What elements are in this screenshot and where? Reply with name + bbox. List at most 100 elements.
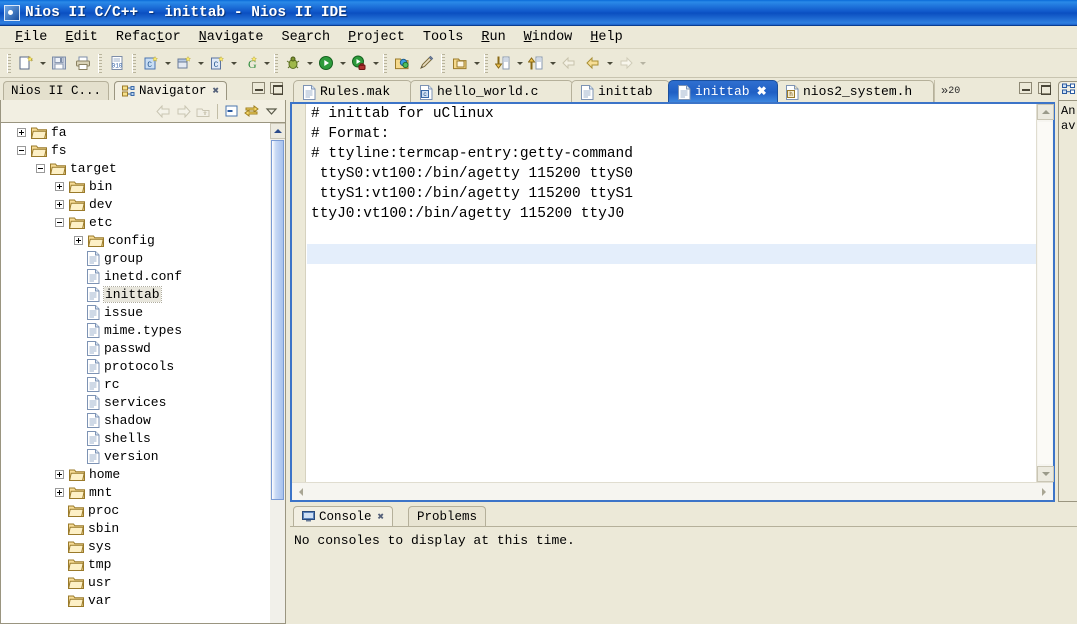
debug-icon[interactable] <box>282 52 304 74</box>
run-dropdown-icon[interactable] <box>338 52 347 74</box>
tree-item-usr[interactable]: usr <box>1 573 269 591</box>
open-type-icon[interactable] <box>449 52 471 74</box>
editor-tab-inittab[interactable]: inittab <box>571 80 670 102</box>
toolbar-grip-3[interactable] <box>132 53 136 73</box>
editor-scroll-left-icon[interactable] <box>292 483 310 500</box>
toolbar-grip[interactable] <box>7 53 11 73</box>
save-icon[interactable] <box>48 52 70 74</box>
minimize-editor-icon[interactable] <box>1019 82 1032 94</box>
toolbar-grip-4[interactable] <box>274 53 278 73</box>
new-c-file-icon[interactable]: C <box>206 52 228 74</box>
menu-navigate[interactable]: Navigate <box>190 28 273 47</box>
view-tab-navigator[interactable]: Navigator ✖ <box>114 81 228 100</box>
tree-item-fs[interactable]: fs <box>1 141 269 159</box>
tree-item-etc[interactable]: etc <box>1 213 269 231</box>
tree-item-config[interactable]: config <box>1 231 269 249</box>
new-wizard-dropdown-icon[interactable] <box>38 52 47 74</box>
editor-tab-hello-world-c[interactable]: c hello_world.c <box>410 80 573 102</box>
editor-tab-nios2-system-h[interactable]: h nios2_system.h <box>776 80 934 102</box>
maximize-view-icon[interactable] <box>270 82 283 95</box>
editor-scroll-right-icon[interactable] <box>1035 483 1053 500</box>
back-icon[interactable] <box>154 102 173 121</box>
new-wizard-icon[interactable] <box>15 52 37 74</box>
expand-icon[interactable] <box>55 487 64 497</box>
new-generic-dropdown-icon[interactable] <box>262 52 271 74</box>
tree-item-var[interactable]: var <box>1 591 269 609</box>
print-icon[interactable] <box>72 52 94 74</box>
tree-item-mnt[interactable]: mnt <box>1 483 269 501</box>
forward-arrow-dropdown-icon[interactable] <box>638 52 647 74</box>
tree-item-protocols[interactable]: protocols <box>1 357 269 375</box>
navigator-scroll-thumb[interactable] <box>271 140 284 500</box>
navigator-tree[interactable]: fa fs target bin dev etc config group inetd.conf… <box>0 123 286 624</box>
toolbar-grip-6[interactable] <box>441 53 445 73</box>
history-dropdown-icon[interactable] <box>605 52 614 74</box>
tree-item-version[interactable]: version <box>1 447 269 465</box>
new-class-icon[interactable] <box>173 52 195 74</box>
editor-scroll-down-icon[interactable] <box>1037 466 1054 482</box>
maximize-editor-icon[interactable] <box>1038 82 1051 95</box>
tree-item-group[interactable]: group <box>1 249 269 267</box>
editor-line[interactable]: ttyS0:vt100:/bin/agetty 115200 ttyS0 <box>307 164 1036 184</box>
collapse-icon[interactable] <box>17 145 26 155</box>
collapse-icon[interactable] <box>55 217 64 227</box>
go-up-icon[interactable] <box>194 102 213 121</box>
close-icon[interactable]: ✖ <box>378 510 385 524</box>
toolbar-grip-5[interactable] <box>383 53 387 73</box>
editor-line[interactable]: # inittab for uClinux <box>307 104 1036 124</box>
tree-item-target[interactable]: target <box>1 159 269 177</box>
menu-project[interactable]: Project <box>339 28 414 47</box>
editor-text-area[interactable]: # inittab for uClinux # Format: # ttyline:… <box>307 104 1036 482</box>
minimize-view-icon[interactable] <box>252 82 265 94</box>
close-icon[interactable]: ✖ <box>757 84 767 99</box>
forward-history-icon[interactable] <box>582 52 604 74</box>
editor-line[interactable] <box>307 264 1036 284</box>
editor-scroll-up-icon[interactable] <box>1037 104 1054 120</box>
tree-item-dev[interactable]: dev <box>1 195 269 213</box>
expand-icon[interactable] <box>55 199 64 209</box>
binary-file-icon[interactable]: 010 <box>106 52 128 74</box>
next-annotation-icon[interactable] <box>492 52 514 74</box>
editor-vertical-ruler[interactable] <box>292 104 306 482</box>
forward-icon[interactable] <box>174 102 193 121</box>
editor-line[interactable]: ttyS1:vt100:/bin/agetty 115200 ttyS1 <box>307 184 1036 204</box>
next-annotation-dropdown-icon[interactable] <box>515 52 524 74</box>
new-c-project-icon[interactable]: C <box>140 52 162 74</box>
tree-item-home[interactable]: home <box>1 465 269 483</box>
tree-item-shadow[interactable]: shadow <box>1 411 269 429</box>
tree-item-sys[interactable]: sys <box>1 537 269 555</box>
debug-dropdown-icon[interactable] <box>305 52 314 74</box>
open-resource-icon[interactable] <box>391 52 413 74</box>
editor-line[interactable] <box>307 244 1036 264</box>
menu-window[interactable]: Window <box>515 28 582 47</box>
editor-line[interactable]: ttyJ0:vt100:/bin/agetty 115200 ttyJ0 <box>307 204 1036 224</box>
editor-line[interactable] <box>307 224 1036 244</box>
menu-file[interactable]: File <box>6 28 56 47</box>
collapse-icon[interactable] <box>36 163 45 173</box>
menu-help[interactable]: Help <box>581 28 631 47</box>
editor-line[interactable]: # ttyline:termcap-entry:getty-command <box>307 144 1036 164</box>
tree-item-bin[interactable]: bin <box>1 177 269 195</box>
new-c-file-dropdown-icon[interactable] <box>229 52 238 74</box>
collapse-all-icon[interactable] <box>222 102 241 121</box>
editor-scroll-track[interactable] <box>1038 122 1052 464</box>
back-history-icon[interactable] <box>558 52 580 74</box>
tree-item-passwd[interactable]: passwd <box>1 339 269 357</box>
view-menu-icon[interactable] <box>262 102 281 121</box>
expand-icon[interactable] <box>55 469 64 479</box>
outline-body[interactable]: An av <box>1058 100 1077 502</box>
expand-icon[interactable] <box>55 181 64 191</box>
tree-item-sbin[interactable]: sbin <box>1 519 269 537</box>
tab-problems[interactable]: Problems <box>408 506 487 526</box>
tree-item-inittab[interactable]: inittab <box>1 285 269 303</box>
new-generic-icon[interactable]: G <box>239 52 261 74</box>
tree-item-fa[interactable]: fa <box>1 123 269 141</box>
tree-item-inetd-conf[interactable]: inetd.conf <box>1 267 269 285</box>
editor-vertical-scrollbar[interactable] <box>1036 104 1054 482</box>
close-icon[interactable]: ✖ <box>213 84 220 98</box>
previous-annotation-icon[interactable] <box>525 52 547 74</box>
editor-tab-inittab-active[interactable]: inittab ✖ <box>668 80 778 102</box>
forward-arrow-icon[interactable] <box>615 52 637 74</box>
tree-item-mime-types[interactable]: mime.types <box>1 321 269 339</box>
editor-tab-overflow-chevron[interactable]: » 20 <box>934 80 966 102</box>
